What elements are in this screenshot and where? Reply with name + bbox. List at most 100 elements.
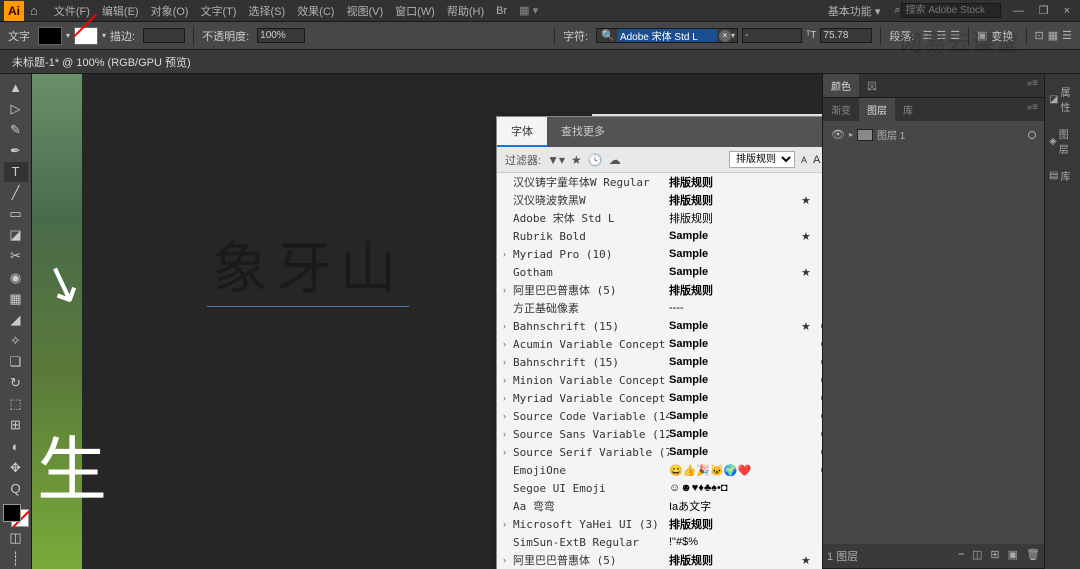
stock-search[interactable]: ⌕ — [888, 3, 1006, 18]
filter-funnel-icon[interactable]: ▼▾ — [547, 153, 565, 167]
tab-libraries[interactable]: 库 — [895, 98, 921, 121]
make-clipping-icon[interactable]: ◫ — [972, 548, 982, 564]
curvature-tool[interactable]: ✒ — [4, 141, 28, 160]
expand-icon[interactable]: › — [503, 429, 513, 439]
font-list-item[interactable]: 方正基础像素 ---- Tr — [497, 299, 822, 317]
arrange-docs-icon[interactable]: ▦ ▾ — [519, 4, 538, 17]
font-list-item[interactable]: › Bahnschrift (15) Sample ★ G͟ᴍ — [497, 317, 822, 335]
expand-icon[interactable]: › — [503, 249, 513, 259]
font-list-item[interactable]: › Source Sans Variable (12) Sample G͟ᴍ — [497, 425, 822, 443]
clear-font-icon[interactable]: × — [719, 30, 731, 42]
font-size-input[interactable] — [820, 28, 872, 43]
align-panel-icon[interactable]: ▣ — [977, 29, 987, 42]
tab-gradient[interactable]: 渐变 — [823, 98, 859, 121]
stroke-swatch[interactable] — [74, 27, 98, 45]
menu-type[interactable]: 文字(T) — [194, 3, 242, 19]
font-list-item[interactable]: Aa 弯弯 Iaあ文字 Tr — [497, 497, 822, 515]
expand-icon[interactable]: › — [503, 447, 513, 457]
expand-icon[interactable]: › — [503, 339, 513, 349]
filter-activated-icon[interactable]: ☁ — [609, 153, 621, 167]
rectangle-tool[interactable]: ▭ — [4, 205, 28, 224]
font-list-item[interactable]: › Source Serif Variable (7) Sample G͟ᴍ — [497, 443, 822, 461]
panel-menu-icon[interactable]: »≡ — [1021, 74, 1044, 97]
favorite-star-icon[interactable]: ★ — [801, 230, 815, 243]
tab-swatches[interactable]: 図 — [859, 74, 885, 97]
bridge-link[interactable]: Br — [490, 5, 513, 17]
pen-tool[interactable]: ✎ — [4, 120, 28, 139]
fill-square[interactable] — [3, 504, 21, 522]
align-right-icon[interactable]: ☰ — [950, 29, 960, 42]
paintbrush-tool[interactable]: ◪ — [4, 226, 28, 245]
tab-fonts[interactable]: 字体 — [497, 117, 547, 147]
filter-recent-icon[interactable]: 🕓 — [588, 153, 603, 167]
font-list-item[interactable]: › Bahnschrift (15) Sample G͟ᴍ — [497, 353, 822, 371]
font-list-item[interactable]: Gotham Sample ★ O — [497, 263, 822, 281]
edit-toolbar[interactable]: ┊ — [4, 550, 28, 569]
layer-name[interactable]: 图层 1 — [877, 127, 905, 142]
font-list-item[interactable]: › 阿里巴巴普惠体 (5) 排版规则 O — [497, 281, 822, 299]
font-list-item[interactable]: › Myriad Pro (10) Sample O — [497, 245, 822, 263]
fill-dropdown-icon[interactable]: ▾ — [66, 31, 70, 40]
expand-icon[interactable]: › — [503, 519, 513, 529]
gradient-tool[interactable]: ↻ — [4, 374, 28, 393]
minimize-button[interactable]: — — [1007, 5, 1030, 17]
font-family-input[interactable] — [617, 29, 717, 42]
new-layer-icon[interactable]: ▣ — [1008, 548, 1018, 564]
sidebar-properties[interactable]: ◪ 属性 — [1045, 78, 1080, 120]
expand-icon[interactable]: › — [503, 357, 513, 367]
font-list-item[interactable]: › Source Code Variable (14) Sample G͟ᴍ — [497, 407, 822, 425]
home-icon[interactable]: ⌂ — [30, 3, 38, 18]
align-center-icon[interactable]: ☰ — [936, 29, 946, 42]
tab-layers[interactable]: 图层 — [859, 98, 895, 121]
font-family-field[interactable]: 🔍 × ▾ — [596, 28, 738, 43]
rotate-tool[interactable]: ◉ — [4, 268, 28, 287]
expand-icon[interactable]: › — [503, 285, 513, 295]
stock-search-input[interactable] — [901, 3, 1001, 18]
font-sort-select[interactable]: 排版规则 — [729, 151, 795, 168]
font-list-item[interactable]: › Acumin Variable Concept (91) Sample G͟… — [497, 335, 822, 353]
shape-builder-tool[interactable]: ◢ — [4, 310, 28, 329]
blend-tool[interactable]: ⊞ — [4, 416, 28, 435]
menu-file[interactable]: 文件(F) — [48, 3, 96, 19]
expand-icon[interactable]: › — [503, 393, 513, 403]
workspace-switcher[interactable]: 基本功能 ▾ — [820, 3, 889, 19]
eyedropper-tool[interactable]: ⬚ — [4, 395, 28, 414]
sidebar-layers[interactable]: ◈ 图层 — [1045, 120, 1080, 162]
tab-find-more[interactable]: 查找更多 — [547, 117, 619, 147]
type-tool[interactable]: T — [4, 162, 28, 181]
font-list-item[interactable]: Rubrik Bold Sample ★ O — [497, 227, 822, 245]
font-list-item[interactable]: › Minion Variable Concept (16) Sample G͟… — [497, 371, 822, 389]
expand-layer-icon[interactable]: ▸ — [849, 130, 853, 139]
selection-tool[interactable]: ▲ — [4, 78, 28, 97]
scissors-tool[interactable]: ✂ — [4, 247, 28, 266]
favorite-star-icon[interactable]: ★ — [801, 554, 815, 567]
expand-icon[interactable]: › — [503, 375, 513, 385]
preview-size-med[interactable]: A — [813, 154, 820, 166]
close-button[interactable]: × — [1058, 5, 1076, 17]
font-list-item[interactable]: › Myriad Variable Concept (40) Sample G͟… — [497, 389, 822, 407]
visibility-icon[interactable]: 👁 — [831, 128, 845, 141]
font-list-item[interactable]: Adobe 宋体 Std L 排版规则 O — [497, 209, 822, 227]
width-tool[interactable]: ▦ — [4, 289, 28, 308]
favorite-star-icon[interactable]: ★ — [801, 320, 815, 333]
text-object[interactable]: 象牙山 — [212, 224, 404, 305]
expand-icon[interactable]: › — [503, 555, 513, 565]
tab-color[interactable]: 颜色 — [823, 74, 859, 97]
font-list-item[interactable]: › Microsoft YaHei UI (3) 排版规则 Tr — [497, 515, 822, 533]
line-tool[interactable]: ╱ — [4, 184, 28, 203]
menu-edit[interactable]: 编辑(E) — [96, 3, 145, 19]
delete-layer-icon[interactable]: 🗑 — [1026, 548, 1040, 564]
control-menu-icon[interactable]: ☰ — [1062, 29, 1072, 42]
layer-row[interactable]: 👁 ▸ 图层 1 — [827, 125, 1040, 144]
menu-object[interactable]: 对象(O) — [145, 3, 195, 19]
fill-swatch[interactable] — [38, 27, 62, 45]
expand-icon[interactable]: › — [503, 411, 513, 421]
document-tab[interactable]: 未标题-1* @ 100% (RGB/GPU 预览) — [0, 50, 1080, 74]
font-dropdown-icon[interactable]: ▾ — [731, 31, 735, 40]
menu-help[interactable]: 帮助(H) — [441, 3, 490, 19]
font-list-item[interactable]: › 阿里巴巴普惠体 (5) 排版规则 ★ O — [497, 551, 822, 569]
menu-select[interactable]: 选择(S) — [243, 3, 292, 19]
fill-stroke-indicator[interactable] — [3, 504, 29, 527]
font-list-item[interactable]: SimSun-ExtB Regular !"#$% O — [497, 533, 822, 551]
isolate-icon[interactable]: ⊡ — [1035, 29, 1044, 42]
